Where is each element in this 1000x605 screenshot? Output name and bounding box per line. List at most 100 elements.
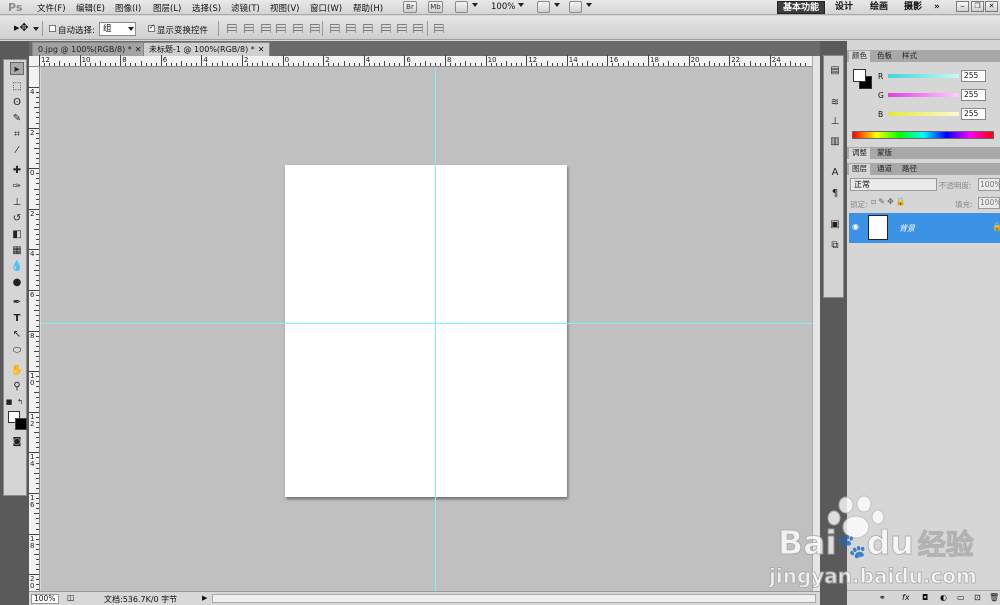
gradient-tool-icon[interactable]: ▦ xyxy=(10,244,24,257)
eraser-tool-icon[interactable]: ◧ xyxy=(10,228,24,241)
color-spectrum-bar[interactable] xyxy=(852,131,994,139)
chevron-down-icon[interactable] xyxy=(554,3,560,7)
menu-image[interactable]: 图像(I) xyxy=(115,2,141,14)
mini-bridge-button[interactable]: Mb xyxy=(428,1,443,13)
swap-colors-icon[interactable]: ↰ xyxy=(16,396,24,409)
layer-row-background[interactable]: ◉ 背景 🔒 xyxy=(849,213,1000,243)
quick-select-tool-icon[interactable]: ✎ xyxy=(10,112,24,125)
path-select-tool-icon[interactable]: ↖ xyxy=(10,328,24,341)
clone-source-icon[interactable]: ⊥ xyxy=(829,116,841,128)
distribute-bottom-icon[interactable] xyxy=(363,24,373,33)
shape-tool-icon[interactable]: ⬭ xyxy=(10,344,24,357)
background-color-swatch[interactable] xyxy=(15,418,27,430)
character-panel-icon[interactable]: A xyxy=(829,167,841,179)
blue-slider[interactable] xyxy=(888,112,959,116)
chevron-down-icon[interactable] xyxy=(586,3,592,7)
layer-name[interactable]: 背景 xyxy=(899,223,915,234)
tab-masks[interactable]: 蒙版 xyxy=(874,148,895,159)
hand-tool-icon[interactable]: ✋ xyxy=(10,364,24,377)
brush-tool-icon[interactable]: ✑ xyxy=(10,180,24,193)
document-canvas[interactable] xyxy=(285,165,567,497)
align-bottom-icon[interactable] xyxy=(261,24,271,33)
status-menu-arrow-icon[interactable]: ▶ xyxy=(202,594,207,602)
vertical-guide[interactable] xyxy=(435,67,436,591)
brushes-panel-icon[interactable]: ≋ xyxy=(829,97,841,109)
minimize-icon[interactable]: ‒ xyxy=(956,1,969,12)
distribute-hcenter-icon[interactable] xyxy=(397,24,407,33)
zoom-tool-icon[interactable]: ⚲ xyxy=(10,380,24,393)
tab-0-jpg[interactable]: 0.jpg @ 100%(RGB/8) * ✕ xyxy=(32,42,148,56)
vertical-ruler[interactable]: 4 2 0 2 4 6 8 1 0 1 2 1 4 1 6 1 8 2 0 xyxy=(28,67,40,605)
horizontal-scrollbar[interactable] xyxy=(212,594,816,603)
close-icon[interactable]: ✕ xyxy=(135,45,142,54)
horizontal-guide[interactable] xyxy=(41,323,812,324)
bridge-button[interactable]: Br xyxy=(403,1,417,13)
dodge-tool-icon[interactable]: ● xyxy=(10,276,24,289)
workspace-painting[interactable]: 绘画 xyxy=(865,1,893,14)
healing-brush-tool-icon[interactable]: ✚ xyxy=(10,164,24,177)
marquee-tool-icon[interactable]: ⬚ xyxy=(10,80,24,93)
red-slider[interactable] xyxy=(888,74,959,78)
chevron-down-icon[interactable] xyxy=(472,3,478,7)
distribute-right-icon[interactable] xyxy=(413,24,423,33)
red-value-input[interactable]: 255 xyxy=(961,70,986,82)
screen-mode-button[interactable] xyxy=(569,1,582,13)
horizontal-ruler[interactable]: 12 10 8 6 4 2 0 2 4 6 8 10 12 14 16 18 20 22 24 xyxy=(29,55,812,67)
tool-presets-icon[interactable]: ▥ xyxy=(829,136,841,148)
auto-select-checkbox[interactable] xyxy=(49,25,56,32)
tab-channels[interactable]: 通道 xyxy=(874,164,895,175)
lock-icons[interactable]: ▫✎✥🔒 xyxy=(871,197,908,206)
chevron-down-icon[interactable] xyxy=(33,27,39,31)
menu-view[interactable]: 视图(V) xyxy=(270,2,299,14)
tab-color[interactable]: 颜色 xyxy=(849,51,870,62)
menu-edit[interactable]: 编辑(E) xyxy=(76,2,105,14)
lasso-tool-icon[interactable]: ʘ xyxy=(10,96,24,109)
tab-swatches[interactable]: 色板 xyxy=(874,51,895,62)
menu-filter[interactable]: 滤镜(T) xyxy=(231,2,260,14)
layer-comps-icon[interactable]: ⧉ xyxy=(829,240,841,252)
arrange-documents-button[interactable] xyxy=(537,1,550,13)
align-left-icon[interactable] xyxy=(276,24,286,33)
pen-tool-icon[interactable]: ✒ xyxy=(10,296,24,309)
menu-select[interactable]: 选择(S) xyxy=(192,2,221,14)
workspace-photography[interactable]: 摄影 xyxy=(899,1,927,14)
auto-select-dropdown[interactable]: 组 xyxy=(99,22,136,36)
canvas-pasteboard[interactable] xyxy=(41,67,812,591)
status-info-icon[interactable]: ◫ xyxy=(67,593,75,602)
align-vcenter-icon[interactable] xyxy=(244,24,254,33)
show-transform-checkbox[interactable]: ✓ xyxy=(148,23,155,32)
close-icon[interactable]: ✕ xyxy=(258,45,265,54)
distribute-top-icon[interactable] xyxy=(330,24,340,33)
distribute-left-icon[interactable] xyxy=(381,24,391,33)
workspace-essentials[interactable]: 基本功能 xyxy=(777,1,826,14)
tab-layers[interactable]: 图层 xyxy=(849,164,870,175)
fill-input[interactable]: 100% xyxy=(978,197,1000,209)
blend-mode-select[interactable]: 正常 xyxy=(850,178,937,191)
eye-icon[interactable]: ◉ xyxy=(852,222,859,231)
green-value-input[interactable]: 255 xyxy=(961,89,986,101)
type-tool-icon[interactable]: T xyxy=(10,312,24,325)
crop-tool-icon[interactable]: ⌗ xyxy=(10,128,24,141)
workspace-more[interactable]: » xyxy=(929,1,945,14)
move-tool-icon[interactable]: ▸ xyxy=(10,62,24,75)
clone-stamp-tool-icon[interactable]: ⊥ xyxy=(10,196,24,209)
restore-icon[interactable]: ❐ xyxy=(971,1,984,12)
eyedropper-tool-icon[interactable]: ⁄ xyxy=(10,144,24,157)
tab-untitled-1[interactable]: 未标题-1 @ 100%(RGB/8) * ✕ xyxy=(143,42,271,56)
paragraph-panel-icon[interactable]: ¶ xyxy=(829,188,841,200)
quick-mask-icon[interactable]: ◙ xyxy=(10,436,24,449)
move-tool-icon[interactable]: ▸✥ xyxy=(14,21,29,34)
zoom-field[interactable]: 100% xyxy=(31,594,59,604)
opacity-input[interactable]: 100% xyxy=(978,178,1000,191)
align-hcenter-icon[interactable] xyxy=(293,24,303,33)
blur-tool-icon[interactable]: 💧 xyxy=(10,260,24,273)
notes-panel-icon[interactable]: ▣ xyxy=(829,219,841,231)
menu-window[interactable]: 窗口(W) xyxy=(310,2,342,14)
menu-file[interactable]: 文件(F) xyxy=(37,2,66,14)
zoom-level[interactable]: 100% xyxy=(491,2,515,12)
menu-help[interactable]: 帮助(H) xyxy=(353,2,383,14)
tab-styles[interactable]: 样式 xyxy=(899,51,920,62)
align-right-icon[interactable] xyxy=(310,24,320,33)
history-panel-icon[interactable]: ▤ xyxy=(829,65,841,77)
tab-adjustments[interactable]: 调整 xyxy=(849,148,870,159)
